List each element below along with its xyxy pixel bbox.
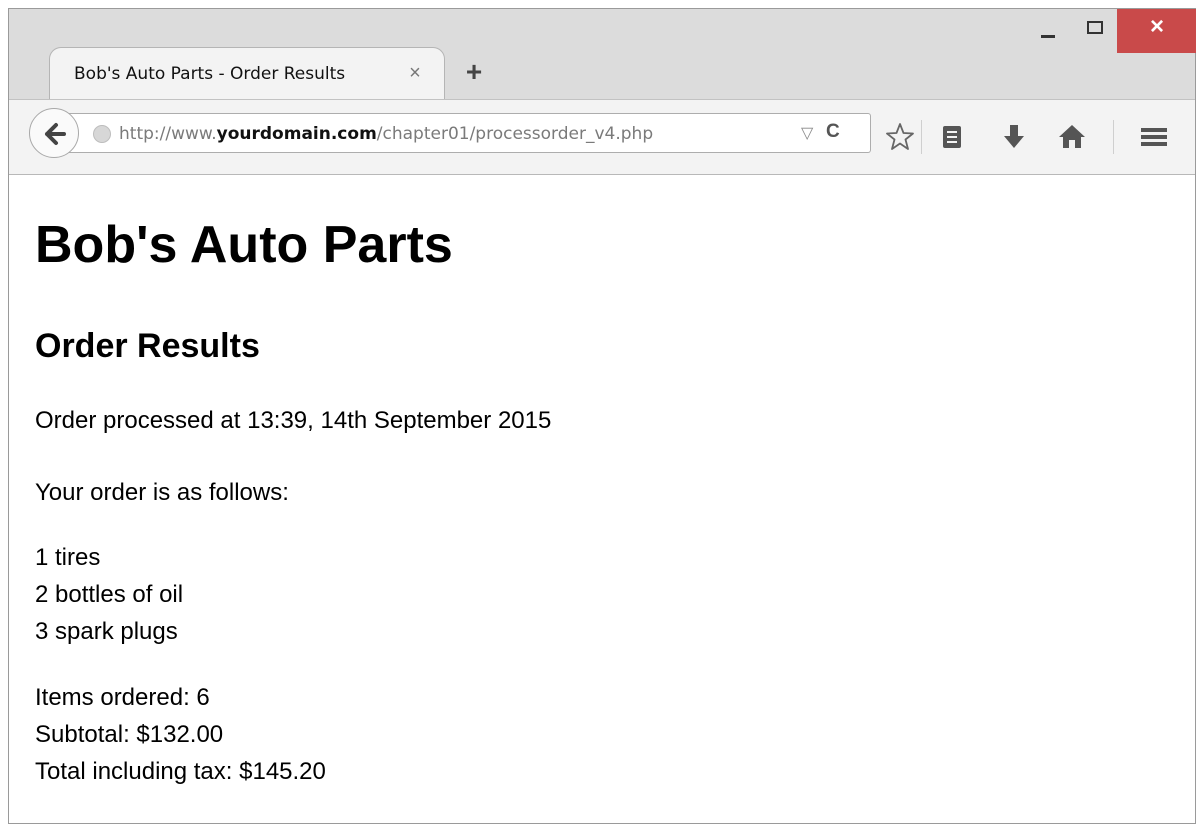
- browser-window: × Bob's Auto Parts - Order Results × + h…: [8, 8, 1196, 824]
- tab-close-icon[interactable]: ×: [402, 60, 428, 86]
- maximize-button[interactable]: [1073, 9, 1117, 53]
- dropmarker-icon[interactable]: ▽: [801, 123, 813, 143]
- menu-icon: [1141, 128, 1167, 146]
- url-path: /chapter01/processorder_v4.php: [376, 124, 654, 144]
- home-icon: [1059, 125, 1085, 148]
- page-subheading: Order Results: [35, 327, 260, 365]
- url-prefix: http://www.: [119, 124, 217, 144]
- menu-button[interactable]: [1137, 120, 1171, 154]
- back-arrow-icon: [45, 123, 66, 145]
- back-button[interactable]: [29, 108, 79, 158]
- reading-list-button[interactable]: [935, 120, 969, 154]
- download-icon: [1004, 125, 1024, 148]
- home-button[interactable]: [1055, 120, 1089, 154]
- reload-icon[interactable]: C: [826, 121, 840, 143]
- bookmark-star-icon: [886, 123, 914, 150]
- order-item: 2 bottles of oil: [35, 581, 184, 608]
- page-heading: Bob's Auto Parts: [35, 216, 453, 274]
- close-icon: ×: [1149, 13, 1164, 40]
- reading-list-icon: [943, 126, 961, 148]
- order-intro-text: Your order is as follows:: [35, 479, 289, 506]
- order-item: 1 tires: [35, 544, 101, 571]
- order-item: 3 spark plugs: [35, 618, 178, 645]
- total-text: Total including tax: $145.20: [35, 758, 326, 785]
- globe-icon: [93, 125, 111, 143]
- minimize-icon: [1041, 35, 1055, 38]
- tab-order-results[interactable]: Bob's Auto Parts - Order Results ×: [49, 47, 445, 101]
- downloads-button[interactable]: [997, 120, 1031, 154]
- toolbar-separator: [921, 120, 922, 154]
- order-processed-text: Order processed at 13:39, 14th September…: [35, 407, 552, 434]
- new-tab-button[interactable]: +: [459, 57, 489, 87]
- subtotal-text: Subtotal: $132.00: [35, 721, 224, 748]
- url-text[interactable]: http://www.yourdomain.com/chapter01/proc…: [119, 124, 653, 144]
- toolbar-separator: [1113, 120, 1114, 154]
- close-window-button[interactable]: ×: [1117, 9, 1196, 53]
- browser-chrome: × Bob's Auto Parts - Order Results × + h…: [9, 9, 1196, 175]
- items-ordered-text: Items ordered: 6: [35, 684, 210, 711]
- tab-title: Bob's Auto Parts - Order Results: [74, 64, 346, 84]
- url-domain: yourdomain.com: [216, 124, 377, 144]
- minimize-button[interactable]: [1027, 9, 1073, 53]
- url-bar[interactable]: http://www.yourdomain.com/chapter01/proc…: [61, 113, 871, 153]
- navigation-toolbar: http://www.yourdomain.com/chapter01/proc…: [9, 99, 1195, 175]
- bookmark-star-button[interactable]: [883, 120, 917, 154]
- maximize-icon: [1087, 21, 1103, 34]
